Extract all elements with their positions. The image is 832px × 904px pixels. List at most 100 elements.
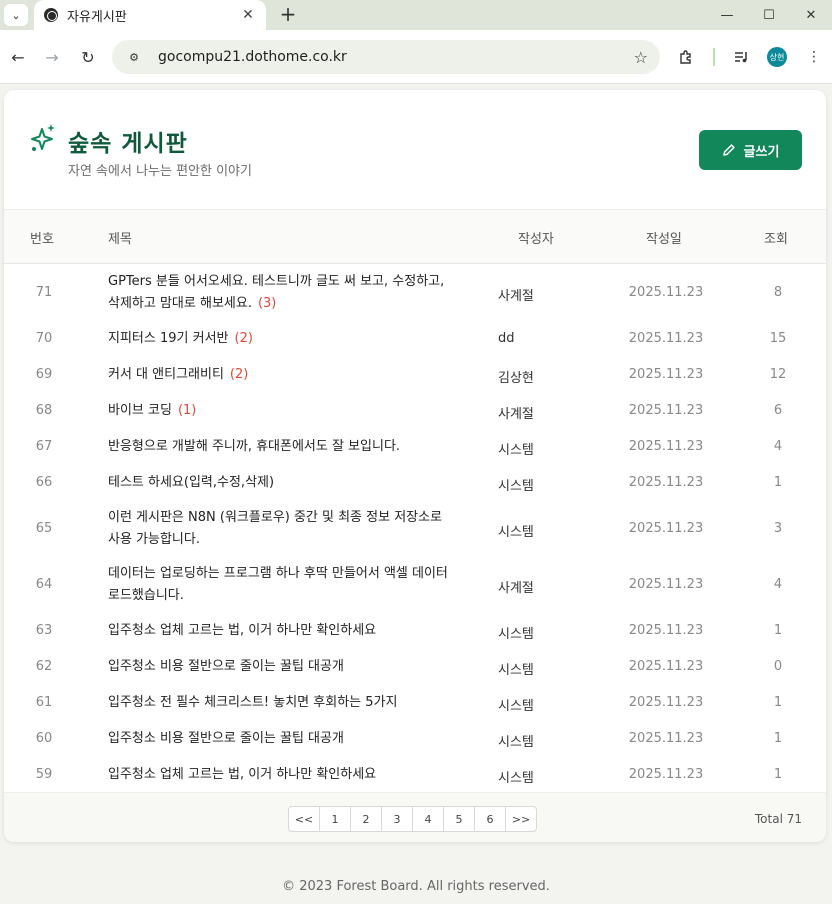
row-views: 15 [769,331,787,346]
row-title-link[interactable]: 테스트 하세요(입력,수정,삭제) [108,472,456,494]
browser-toolbar: ← → ↻ ⚙ gocompu21.dothome.co.kr ☆ 상현 ⋮ [0,30,832,84]
row-title-link[interactable]: 커서 대 앤티그래비티 (2) [108,364,456,386]
forward-arrow-icon[interactable]: → [40,45,64,69]
row-num: 63 [35,623,53,638]
row-title[interactable]: 커서 대 앤티그래비티 [108,367,224,382]
row-title-link[interactable]: 입주청소 전 필수 체크리스트! 놓치면 후회하는 5가지 [108,692,456,714]
row-title-link[interactable]: 입주청소 비용 절반으로 줄이는 꿀팁 대공개 [108,728,456,750]
row-title-link[interactable]: 입주청소 업체 고르는 법, 이거 하나만 확인하세요 [108,764,456,786]
globe-icon [44,8,58,22]
site-info-icon[interactable]: ⚙ [124,47,144,67]
row-views: 1 [773,731,783,746]
row-title[interactable]: 입주청소 비용 절반으로 줄이는 꿀팁 대공개 [108,659,344,674]
table-row[interactable]: 59 입주청소 업체 고르는 법, 이거 하나만 확인하세요 시스템 2025.11.… [4,757,826,793]
row-title-link[interactable]: 데이터는 업로딩하는 프로그램 하나 후딱 만들어서 액셀 데이터 로드했습니다… [108,563,456,607]
row-date: 2025.11.23 [628,285,704,300]
new-tab-plus-icon[interactable]: + [276,3,300,27]
back-arrow-icon[interactable]: ← [6,45,30,69]
table-row[interactable]: 69 커서 대 앤티그래비티 (2) 김상현 2025.11.23 12 [4,357,826,393]
row-title[interactable]: 이런 게시판은 N8N (워크플로우) 중간 및 최종 정보 저장소로 사용 가… [108,510,442,547]
table-row[interactable]: 62 입주청소 비용 절반으로 줄이는 꿀팁 대공개 시스템 2025.11.23 0 [4,649,826,685]
row-title[interactable]: 입주청소 업체 고르는 법, 이거 하나만 확인하세요 [108,767,376,782]
comment-count: (2) [229,367,249,382]
table-row[interactable]: 71 GPTers 분들 어서오세요. 테스트니까 글도 써 보고, 수정하고, … [4,265,826,321]
row-title-link[interactable]: 입주청소 비용 절반으로 줄이는 꿀팁 대공개 [108,656,456,678]
row-date: 2025.11.23 [628,367,704,382]
table-row[interactable]: 68 바이브 코딩 (1) 사계절 2025.11.23 6 [4,393,826,429]
page-last-button[interactable]: >> [505,806,537,832]
write-post-button[interactable]: 글쓰기 [699,130,802,170]
row-views: 8 [773,285,783,300]
table-row[interactable]: 64 데이터는 업로딩하는 프로그램 하나 후딱 만들어서 액셀 데이터 로드했습… [4,557,826,613]
row-views: 4 [773,577,783,592]
row-author: 사계절 [498,289,534,304]
table-row[interactable]: 63 입주청소 업체 고르는 법, 이거 하나만 확인하세요 시스템 2025.11.… [4,613,826,649]
table-row[interactable]: 60 입주청소 비용 절반으로 줄이는 꿀팁 대공개 시스템 2025.11.23 1 [4,721,826,757]
row-title[interactable]: GPTers 분들 어서오세요. 테스트니까 글도 써 보고, 수정하고, 삭제… [108,274,444,311]
tab-close-icon[interactable]: ✕ [240,7,256,23]
row-date: 2025.11.23 [628,659,704,674]
profile-avatar[interactable]: 상현 [767,47,787,67]
bookmark-star-icon[interactable]: ☆ [634,48,648,67]
reload-icon[interactable]: ↻ [76,45,100,69]
browser-tab-bar: ⌄ 자유게시판 ✕ + — ☐ ✕ [0,0,832,30]
row-title-link[interactable]: 이런 게시판은 N8N (워크플로우) 중간 및 최종 정보 저장소로 사용 가… [108,507,456,551]
window-controls: — ☐ ✕ [706,0,832,30]
row-num: 60 [35,731,53,746]
row-title[interactable]: 입주청소 비용 절반으로 줄이는 꿀팁 대공개 [108,731,344,746]
header-num: 번호 [30,232,54,247]
row-author: 시스템 [498,663,534,678]
row-title-link[interactable]: GPTers 분들 어서오세요. 테스트니까 글도 써 보고, 수정하고, 삭제… [108,271,456,315]
row-title[interactable]: 데이터는 업로딩하는 프로그램 하나 후딱 만들어서 액셀 데이터 로드했습니다… [108,566,448,603]
minimize-icon[interactable]: — [706,0,748,30]
row-num: 66 [35,475,53,490]
maximize-icon[interactable]: ☐ [748,0,790,30]
page-title: 숲속 게시판 [68,131,188,157]
row-date: 2025.11.23 [628,731,704,746]
row-title[interactable]: 테스트 하세요(입력,수정,삭제) [108,475,274,490]
row-title[interactable]: 반응형으로 개발해 주니까, 휴대폰에서도 잘 보입니다. [108,439,400,454]
row-date: 2025.11.23 [628,767,704,782]
table-row[interactable]: 66 테스트 하세요(입력,수정,삭제) 시스템 2025.11.23 1 [4,465,826,501]
browser-tab[interactable]: 자유게시판 ✕ [34,0,266,30]
row-title-link[interactable]: 반응형으로 개발해 주니까, 휴대폰에서도 잘 보입니다. [108,436,456,458]
row-num: 67 [35,439,53,454]
header-title: 제목 [108,232,132,247]
row-title[interactable]: 바이브 코딩 [108,403,172,418]
table-row[interactable]: 70 지피터스 19기 커서반 (2) dd 2025.11.23 15 [4,321,826,357]
page-button[interactable]: 4 [412,806,444,832]
row-title-link[interactable]: 바이브 코딩 (1) [108,400,456,422]
window-close-icon[interactable]: ✕ [790,0,832,30]
page-button[interactable]: 5 [443,806,475,832]
row-views: 1 [773,695,783,710]
page-button[interactable]: 1 [319,806,351,832]
row-title-link[interactable]: 지피터스 19기 커서반 (2) [108,328,456,350]
table-row[interactable]: 67 반응형으로 개발해 주니까, 휴대폰에서도 잘 보입니다. 시스템 2025.1… [4,429,826,465]
table-row[interactable]: 61 입주청소 전 필수 체크리스트! 놓치면 후회하는 5가지 시스템 2025.1… [4,685,826,721]
row-author: 시스템 [498,699,534,714]
page-button[interactable]: 2 [350,806,382,832]
page-button[interactable]: 6 [474,806,506,832]
row-title[interactable]: 입주청소 업체 고르는 법, 이거 하나만 확인하세요 [108,623,376,638]
row-views: 12 [769,367,787,382]
page-first-button[interactable]: << [288,806,320,832]
row-num: 62 [35,659,53,674]
page-button[interactable]: 3 [381,806,413,832]
row-author: 시스템 [498,525,534,540]
row-title[interactable]: 지피터스 19기 커서반 [108,331,229,346]
media-queue-icon[interactable] [729,45,753,69]
header-views: 조회 [764,232,788,247]
board-card: 숲속 게시판 자연 속에서 나누는 편안한 이야기 글쓰기 번호 제목 작성자 … [4,90,826,842]
table-row[interactable]: 65 이런 게시판은 N8N (워크플로우) 중간 및 최종 정보 저장소로 사용… [4,501,826,557]
tab-search-chevron-icon[interactable]: ⌄ [4,4,28,26]
address-bar[interactable]: ⚙ gocompu21.dothome.co.kr ☆ [112,40,660,74]
row-views: 0 [773,659,783,674]
more-menu-icon[interactable]: ⋮ [802,45,826,69]
row-title-link[interactable]: 입주청소 업체 고르는 법, 이거 하나만 확인하세요 [108,620,456,642]
row-title[interactable]: 입주청소 전 필수 체크리스트! 놓치면 후회하는 5가지 [108,695,397,710]
url-text[interactable]: gocompu21.dothome.co.kr [158,49,634,65]
sparkle-icon [31,124,55,151]
row-num: 65 [35,521,53,536]
tab-title: 자유게시판 [67,9,127,25]
extensions-puzzle-icon[interactable] [674,45,698,69]
